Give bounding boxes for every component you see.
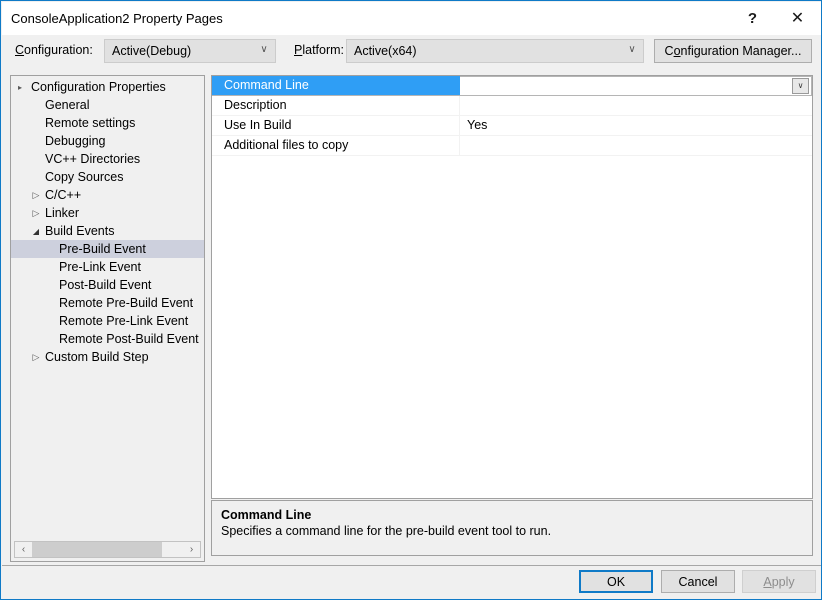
tree-item-vc-directories[interactable]: VC++ Directories bbox=[11, 150, 204, 168]
tree-item-label: Remote settings bbox=[45, 116, 136, 130]
configuration-toolbar: Configuration: Active(Debug) ∨ Platform:… bbox=[2, 35, 821, 67]
tree-item-c-c[interactable]: C/C++ bbox=[11, 186, 204, 204]
configuration-dropdown[interactable]: Active(Debug) ∨ bbox=[104, 39, 276, 63]
apply-label-accel: A bbox=[763, 574, 772, 589]
tree-item-label: Pre-Link Event bbox=[59, 260, 141, 274]
tree-item-remote-pre-build-event[interactable]: Remote Pre-Build Event bbox=[11, 294, 204, 312]
property-pages-dialog: ConsoleApplication2 Property Pages ? ✕ C… bbox=[0, 0, 822, 600]
scroll-left-icon[interactable]: ‹ bbox=[15, 542, 32, 557]
property-value[interactable]: Yes bbox=[460, 116, 812, 135]
help-button[interactable]: ? bbox=[730, 3, 775, 34]
tree-item-remote-settings[interactable]: Remote settings bbox=[11, 114, 204, 132]
tree-item-linker[interactable]: Linker bbox=[11, 204, 204, 222]
tree-item-label: Remote Post-Build Event bbox=[59, 332, 199, 346]
config-manager-label-pre: C bbox=[664, 44, 674, 58]
configuration-tree-panel: Configuration Properties General Remote se… bbox=[10, 75, 205, 562]
tree-item-label: Remote Pre-Link Event bbox=[59, 314, 189, 328]
tree-item-label: Debugging bbox=[45, 134, 106, 148]
property-value[interactable]: ∨ bbox=[460, 76, 812, 95]
platform-label: Platform: bbox=[294, 43, 344, 57]
question-mark-icon: ? bbox=[747, 10, 758, 27]
configuration-label-accel: C bbox=[15, 43, 25, 57]
tree-item-pre-link-event[interactable]: Pre-Link Event bbox=[11, 258, 204, 276]
property-row[interactable]: Command Line ∨ bbox=[212, 76, 812, 96]
window-title: ConsoleApplication2 Property Pages bbox=[11, 11, 223, 26]
tree-item-build-events[interactable]: Build Events bbox=[11, 222, 204, 240]
apply-button[interactable]: Apply bbox=[742, 570, 816, 593]
property-row[interactable]: Use In Build Yes bbox=[212, 116, 812, 136]
property-value[interactable] bbox=[460, 96, 812, 115]
tree-item-remote-pre-link-event[interactable]: Remote Pre-Link Event bbox=[11, 312, 204, 330]
tree-item-post-build-event[interactable]: Post-Build Event bbox=[11, 276, 204, 294]
property-row[interactable]: Additional files to copy bbox=[212, 136, 812, 156]
chevron-down-icon: ∨ bbox=[260, 44, 268, 55]
tree-item-pre-build-event[interactable]: Pre-Build Event bbox=[11, 240, 204, 258]
chevron-right-icon[interactable] bbox=[28, 348, 44, 366]
chevron-down-icon: ∨ bbox=[797, 81, 804, 90]
tree-item-label: Post-Build Event bbox=[59, 278, 152, 292]
property-value[interactable] bbox=[460, 136, 812, 155]
tree-item-label: Remote Pre-Build Event bbox=[59, 296, 194, 310]
property-name: Additional files to copy bbox=[212, 136, 460, 155]
platform-dropdown[interactable]: Active(x64) ∨ bbox=[346, 39, 644, 63]
chevron-down-icon: ∨ bbox=[628, 44, 636, 55]
property-name: Command Line bbox=[212, 76, 460, 95]
property-name: Description bbox=[212, 96, 460, 115]
title-bar: ConsoleApplication2 Property Pages ? ✕ bbox=[2, 2, 821, 35]
config-manager-label-post: nfiguration Manager... bbox=[680, 44, 802, 58]
chevron-right-icon[interactable] bbox=[14, 78, 30, 97]
ok-button[interactable]: OK bbox=[579, 570, 653, 593]
configuration-value: Active(Debug) bbox=[112, 44, 192, 58]
tree-item-copy-sources[interactable]: Copy Sources bbox=[11, 168, 204, 186]
property-row[interactable]: Description bbox=[212, 96, 812, 116]
property-grid: Command Line ∨ Description Use In Build Yes A… bbox=[211, 75, 813, 499]
chevron-down-icon[interactable] bbox=[28, 222, 44, 241]
description-panel: Command Line Specifies a command line fo… bbox=[211, 500, 813, 556]
platform-label-text: latform: bbox=[302, 43, 345, 57]
value-dropdown-button[interactable]: ∨ bbox=[792, 78, 809, 94]
scroll-right-icon[interactable]: › bbox=[183, 542, 200, 557]
property-name: Use In Build bbox=[212, 116, 460, 135]
configuration-label-text: onfiguration: bbox=[24, 43, 93, 57]
tree-item-configuration-properties[interactable]: Configuration Properties bbox=[11, 78, 204, 96]
close-button[interactable]: ✕ bbox=[775, 3, 820, 34]
cancel-button[interactable]: Cancel bbox=[661, 570, 735, 593]
close-icon: ✕ bbox=[790, 9, 805, 27]
platform-value: Active(x64) bbox=[354, 44, 417, 58]
tree-item-label: Pre-Build Event bbox=[59, 242, 146, 256]
tree-item-label: General bbox=[45, 98, 90, 112]
chevron-right-icon[interactable] bbox=[28, 204, 44, 222]
description-title: Command Line bbox=[221, 508, 312, 522]
tree-item-label: Copy Sources bbox=[45, 170, 124, 184]
chevron-right-icon[interactable] bbox=[28, 186, 44, 204]
tree-item-remote-post-build-event[interactable]: Remote Post-Build Event bbox=[11, 330, 204, 348]
configuration-label: Configuration: bbox=[15, 43, 93, 57]
configuration-tree[interactable]: Configuration Properties General Remote se… bbox=[11, 78, 204, 536]
apply-label-post: pply bbox=[771, 574, 795, 589]
footer-separator bbox=[2, 565, 821, 566]
config-manager-label-accel: o bbox=[673, 44, 681, 58]
tree-item-label: VC++ Directories bbox=[45, 152, 141, 166]
property-grid-rows: Command Line ∨ Description Use In Build Yes A… bbox=[212, 76, 812, 156]
scrollbar-thumb[interactable] bbox=[32, 542, 162, 557]
scrollbar-track[interactable] bbox=[32, 542, 183, 557]
description-text: Specifies a command line for the pre-bui… bbox=[221, 524, 552, 538]
tree-item-label: Configuration Properties bbox=[31, 80, 166, 94]
tree-item-custom-build-step[interactable]: Custom Build Step bbox=[11, 348, 204, 366]
tree-horizontal-scrollbar[interactable]: ‹ › bbox=[14, 541, 201, 558]
tree-item-general[interactable]: General bbox=[11, 96, 204, 114]
configuration-manager-button[interactable]: Configuration Manager... bbox=[654, 39, 812, 63]
tree-item-debugging[interactable]: Debugging bbox=[11, 132, 204, 150]
